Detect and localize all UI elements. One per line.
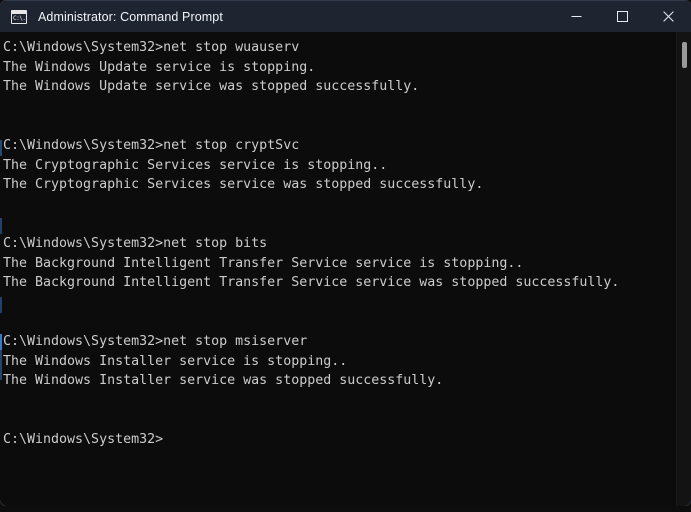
command-prompt-icon-glyph: C:\. xyxy=(13,14,26,22)
console-line: The Background Intelligent Transfer Serv… xyxy=(3,275,620,291)
console-line: The Cryptographic Services service was s… xyxy=(3,177,484,193)
console-edge-marker xyxy=(0,218,2,234)
scrollbar-thumb[interactable] xyxy=(682,42,687,68)
console-cursor xyxy=(0,334,2,350)
console-edge-marker xyxy=(0,140,2,156)
console-line: C:\Windows\System32>net stop msiserver xyxy=(3,333,308,349)
console-line: C:\Windows\System32> xyxy=(3,431,164,447)
console-line: The Windows Update service was stopped s… xyxy=(3,79,420,95)
maximize-icon xyxy=(616,11,628,22)
console-text: C:\Windows\System32>net stop wuauserv The… xyxy=(3,38,673,449)
console-line: The Background Intelligent Transfer Serv… xyxy=(3,255,524,271)
window-title: Administrator: Command Prompt xyxy=(38,9,223,24)
close-icon xyxy=(662,11,674,22)
command-prompt-window: C:\. Administrator: Command Prompt C:\Wi… xyxy=(0,0,691,506)
console-line: C:\Windows\System32>net stop bits xyxy=(3,235,268,251)
minimize-button[interactable] xyxy=(553,1,599,33)
window-controls xyxy=(553,1,691,33)
close-button[interactable] xyxy=(645,1,691,33)
console-line: The Windows Installer service is stoppin… xyxy=(3,353,348,369)
console-edge-marker xyxy=(0,297,2,313)
screen: C:\. Administrator: Command Prompt C:\Wi… xyxy=(0,0,691,512)
command-prompt-icon-titlestrip xyxy=(12,10,26,14)
desktop-bottom-strip xyxy=(0,506,691,512)
command-prompt-icon: C:\. xyxy=(11,9,27,24)
console-scrollbar[interactable] xyxy=(676,32,691,506)
console-line: C:\Windows\System32>net stop wuauserv xyxy=(3,40,300,55)
console-line: The Cryptographic Services service is st… xyxy=(3,157,388,173)
window-titlebar[interactable]: C:\. Administrator: Command Prompt xyxy=(0,0,691,32)
minimize-icon xyxy=(571,16,581,17)
console-line: C:\Windows\System32>net stop cryptSvc xyxy=(3,137,300,153)
console-line: The Windows Installer service was stoppe… xyxy=(3,373,444,389)
maximize-button[interactable] xyxy=(599,1,645,33)
console-line: The Windows Update service is stopping. xyxy=(3,59,316,75)
titlebar-left-group: C:\. Administrator: Command Prompt xyxy=(0,9,553,24)
console-output-area[interactable]: C:\Windows\System32>net stop wuauserv The… xyxy=(0,32,691,506)
